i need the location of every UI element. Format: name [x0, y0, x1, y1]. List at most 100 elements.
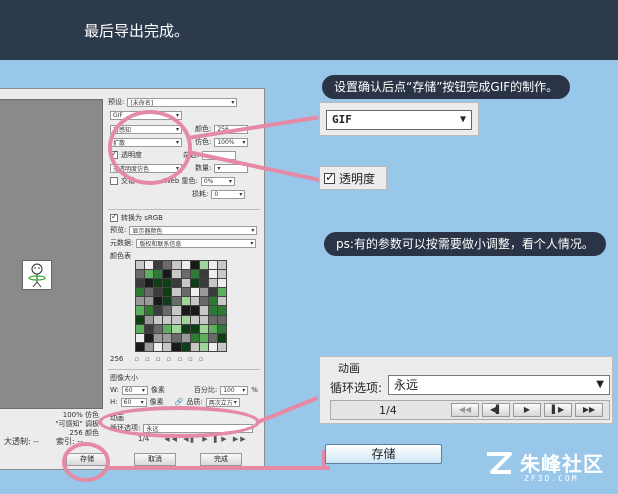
- color-swatch[interactable]: [136, 342, 145, 351]
- color-swatch[interactable]: [154, 342, 163, 351]
- color-swatch[interactable]: [154, 324, 163, 333]
- prev-frame-button[interactable]: ◀▌: [482, 403, 510, 417]
- color-swatch[interactable]: [154, 315, 163, 324]
- color-swatch[interactable]: [199, 306, 208, 315]
- color-swatch[interactable]: [172, 279, 181, 288]
- color-swatch[interactable]: [145, 333, 154, 342]
- color-swatch[interactable]: [199, 270, 208, 279]
- color-table[interactable]: [135, 260, 227, 352]
- color-swatch[interactable]: [163, 261, 172, 270]
- link-icon[interactable]: 🔗: [175, 398, 184, 406]
- color-swatch[interactable]: [199, 333, 208, 342]
- color-swatch[interactable]: [172, 333, 181, 342]
- color-swatch[interactable]: [154, 288, 163, 297]
- color-swatch[interactable]: [136, 288, 145, 297]
- color-swatch[interactable]: [163, 333, 172, 342]
- loop-select[interactable]: 永远 ▼: [388, 375, 610, 395]
- color-table-tools[interactable]: ▫▫▫▫▫▫▫: [134, 355, 209, 363]
- color-swatch[interactable]: [199, 288, 208, 297]
- color-swatch[interactable]: [172, 342, 181, 351]
- color-swatch[interactable]: [181, 306, 190, 315]
- color-swatch[interactable]: [163, 270, 172, 279]
- metadata-select[interactable]: 版权和联系信息: [136, 238, 257, 248]
- color-swatch[interactable]: [181, 279, 190, 288]
- color-swatch[interactable]: [208, 279, 217, 288]
- color-swatch[interactable]: [181, 270, 190, 279]
- play-button[interactable]: ▶: [513, 403, 541, 417]
- color-swatch[interactable]: [208, 333, 217, 342]
- color-swatch[interactable]: [199, 342, 208, 351]
- color-swatch[interactable]: [172, 270, 181, 279]
- color-swatch[interactable]: [217, 297, 226, 306]
- color-swatch[interactable]: [199, 279, 208, 288]
- color-swatch[interactable]: [199, 261, 208, 270]
- color-swatch[interactable]: [208, 297, 217, 306]
- color-swatch[interactable]: [172, 288, 181, 297]
- color-swatch[interactable]: [172, 306, 181, 315]
- color-swatch[interactable]: [145, 324, 154, 333]
- color-swatch[interactable]: [217, 270, 226, 279]
- height-field[interactable]: 60: [120, 397, 147, 407]
- color-swatch[interactable]: [136, 279, 145, 288]
- color-swatch[interactable]: [190, 342, 199, 351]
- color-swatch[interactable]: [163, 297, 172, 306]
- first-frame-button[interactable]: ◀◀: [451, 403, 479, 417]
- color-swatch[interactable]: [136, 315, 145, 324]
- color-swatch[interactable]: [154, 306, 163, 315]
- dither-percent[interactable]: 100%: [214, 137, 249, 147]
- color-swatch[interactable]: [190, 333, 199, 342]
- srgb-checkbox[interactable]: [110, 212, 118, 222]
- color-swatch[interactable]: [154, 270, 163, 279]
- color-swatch[interactable]: [208, 270, 217, 279]
- color-swatch[interactable]: [190, 261, 199, 270]
- color-swatch[interactable]: [172, 261, 181, 270]
- color-swatch[interactable]: [208, 261, 217, 270]
- color-swatch[interactable]: [145, 315, 154, 324]
- color-swatch[interactable]: [145, 261, 154, 270]
- color-swatch[interactable]: [163, 279, 172, 288]
- color-swatch[interactable]: [208, 306, 217, 315]
- web-snap-field[interactable]: 0%: [200, 176, 235, 186]
- color-swatch[interactable]: [145, 270, 154, 279]
- lossy-field[interactable]: 0: [211, 189, 246, 199]
- color-swatch[interactable]: [208, 315, 217, 324]
- percent-field[interactable]: 100: [220, 385, 249, 395]
- transparency-checkbox[interactable]: [324, 170, 335, 184]
- color-swatch[interactable]: [154, 333, 163, 342]
- color-swatch[interactable]: [199, 297, 208, 306]
- color-swatch[interactable]: [208, 288, 217, 297]
- color-swatch[interactable]: [217, 261, 226, 270]
- color-swatch[interactable]: [181, 333, 190, 342]
- last-frame-button[interactable]: ▶▶: [575, 403, 603, 417]
- color-swatch[interactable]: [163, 315, 172, 324]
- dialog-cancel-button[interactable]: 取消: [134, 453, 176, 466]
- width-field[interactable]: 60: [121, 385, 148, 395]
- color-swatch[interactable]: [136, 306, 145, 315]
- color-swatch[interactable]: [217, 315, 226, 324]
- color-swatch[interactable]: [154, 261, 163, 270]
- color-swatch[interactable]: [145, 306, 154, 315]
- color-swatch[interactable]: [145, 342, 154, 351]
- color-swatch[interactable]: [163, 342, 172, 351]
- color-swatch[interactable]: [190, 306, 199, 315]
- color-swatch[interactable]: [145, 288, 154, 297]
- color-swatch[interactable]: [199, 324, 208, 333]
- preview-select[interactable]: 显示器颜色: [129, 225, 258, 235]
- color-swatch[interactable]: [190, 279, 199, 288]
- color-swatch[interactable]: [190, 288, 199, 297]
- color-swatch[interactable]: [190, 270, 199, 279]
- color-swatch[interactable]: [163, 306, 172, 315]
- dialog-done-button[interactable]: 完成: [200, 453, 242, 466]
- color-swatch[interactable]: [172, 297, 181, 306]
- color-swatch[interactable]: [145, 279, 154, 288]
- color-swatch[interactable]: [217, 333, 226, 342]
- color-swatch[interactable]: [136, 270, 145, 279]
- color-swatch[interactable]: [181, 288, 190, 297]
- color-swatch[interactable]: [208, 324, 217, 333]
- quality-select[interactable]: 两次立方: [205, 397, 240, 407]
- color-swatch[interactable]: [136, 297, 145, 306]
- color-swatch[interactable]: [190, 315, 199, 324]
- color-swatch[interactable]: [217, 279, 226, 288]
- interlaced-checkbox[interactable]: [110, 177, 118, 185]
- color-swatch[interactable]: [190, 324, 199, 333]
